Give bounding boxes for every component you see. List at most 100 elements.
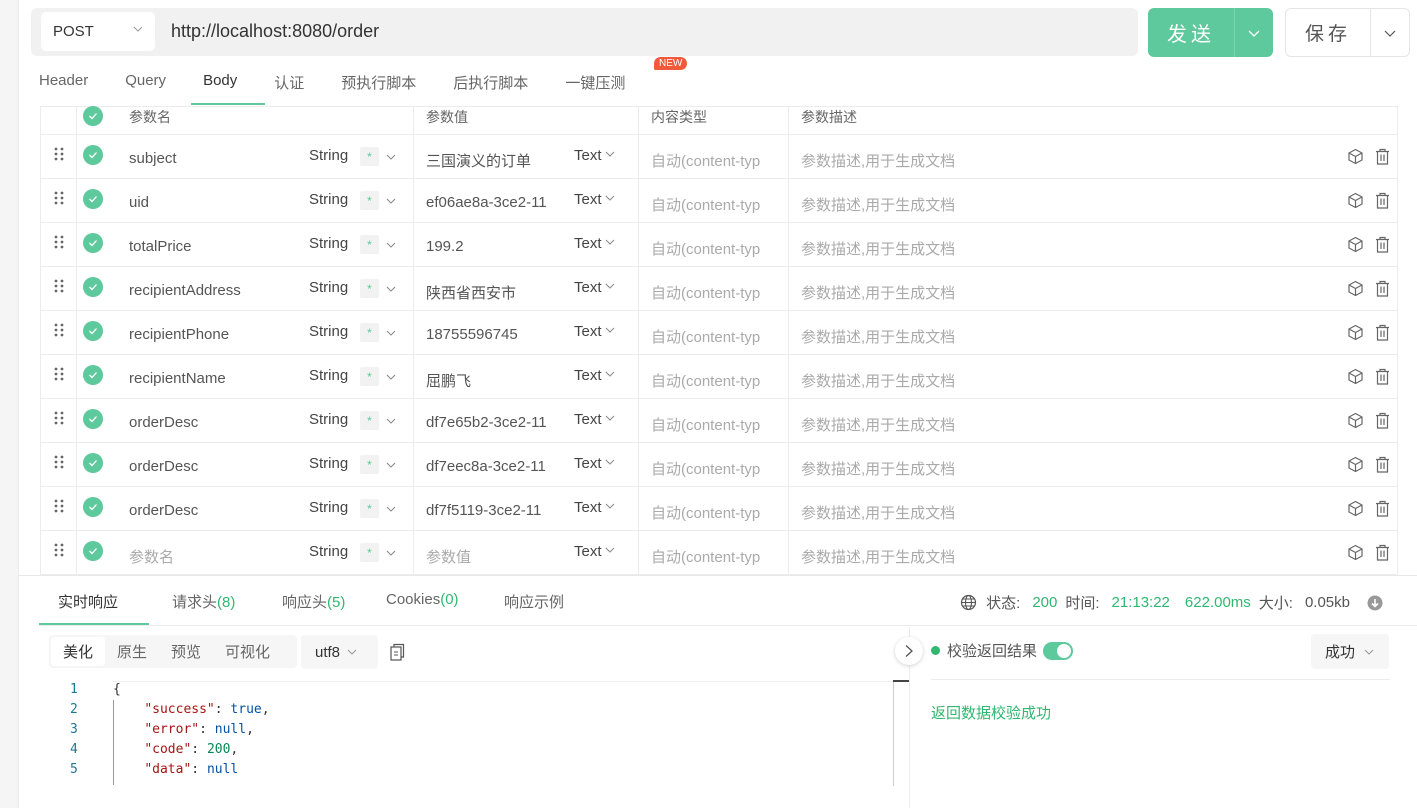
description-input[interactable]: 参数描述,用于生成文档 bbox=[801, 370, 955, 391]
content-type-input[interactable]: 自动(content-typ bbox=[651, 238, 760, 259]
param-type[interactable]: String bbox=[309, 279, 348, 296]
trash-icon[interactable] bbox=[1374, 544, 1391, 561]
required-toggle[interactable]: * bbox=[360, 323, 379, 342]
download-icon[interactable] bbox=[1367, 595, 1383, 611]
value-type-select[interactable]: Text bbox=[574, 323, 616, 340]
row-checkbox[interactable] bbox=[83, 541, 103, 561]
required-toggle[interactable]: * bbox=[360, 411, 379, 430]
collapse-panel-button[interactable] bbox=[895, 637, 923, 665]
chevron-down-icon[interactable] bbox=[385, 238, 397, 254]
param-name-input[interactable]: subject bbox=[129, 150, 177, 167]
cube-icon[interactable] bbox=[1347, 280, 1364, 297]
drag-handle-icon[interactable] bbox=[53, 323, 65, 342]
param-type[interactable]: String bbox=[309, 147, 348, 164]
tab-post-script[interactable]: 后执行脚本 bbox=[453, 60, 528, 106]
required-toggle[interactable]: * bbox=[360, 455, 379, 474]
trash-icon[interactable] bbox=[1374, 236, 1391, 253]
trash-icon[interactable] bbox=[1374, 368, 1391, 385]
trash-icon[interactable] bbox=[1374, 192, 1391, 209]
param-type[interactable]: String bbox=[309, 367, 348, 384]
cube-icon[interactable] bbox=[1347, 236, 1364, 253]
trash-icon[interactable] bbox=[1374, 324, 1391, 341]
value-type-select[interactable]: Text bbox=[574, 411, 616, 428]
url-input[interactable]: http://localhost:8080/order bbox=[171, 21, 379, 42]
trash-icon[interactable] bbox=[1374, 412, 1391, 429]
value-type-select[interactable]: Text bbox=[574, 147, 616, 164]
cube-icon[interactable] bbox=[1347, 148, 1364, 165]
chevron-down-icon[interactable] bbox=[385, 370, 397, 386]
param-type[interactable]: String bbox=[309, 191, 348, 208]
param-value-input[interactable]: 三国演义的订单 bbox=[426, 150, 531, 171]
required-toggle[interactable]: * bbox=[360, 191, 379, 210]
view-visualize-button[interactable]: 可视化 bbox=[213, 637, 282, 666]
chevron-down-icon[interactable] bbox=[385, 546, 397, 562]
param-name-input[interactable]: recipientAddress bbox=[129, 282, 241, 299]
verify-toggle[interactable] bbox=[1043, 641, 1074, 660]
param-value-input[interactable]: 18755596745 bbox=[426, 326, 518, 343]
view-preview-button[interactable]: 预览 bbox=[159, 637, 213, 666]
row-checkbox[interactable] bbox=[83, 409, 103, 429]
param-name-input[interactable]: recipientName bbox=[129, 370, 226, 387]
content-type-input[interactable]: 自动(content-typ bbox=[651, 414, 760, 435]
trash-icon[interactable] bbox=[1374, 148, 1391, 165]
method-select[interactable]: POST bbox=[41, 12, 155, 51]
tab-pre-script[interactable]: 预执行脚本 bbox=[341, 60, 416, 106]
required-toggle[interactable]: * bbox=[360, 279, 379, 298]
tab-response-example[interactable]: 响应示例 bbox=[504, 591, 564, 612]
description-input[interactable]: 参数描述,用于生成文档 bbox=[801, 282, 955, 303]
value-type-select[interactable]: Text bbox=[574, 235, 616, 252]
select-all-checkbox[interactable] bbox=[83, 106, 103, 126]
value-type-select[interactable]: Text bbox=[574, 279, 616, 296]
tab-request-headers[interactable]: 请求头(8) bbox=[172, 591, 235, 612]
tab-body[interactable]: Body bbox=[203, 60, 237, 106]
tab-header[interactable]: Header bbox=[39, 60, 88, 106]
trash-icon[interactable] bbox=[1374, 500, 1391, 517]
tab-auth[interactable]: 认证 bbox=[274, 60, 304, 106]
param-value-input[interactable]: df7eec8a-3ce2-11 bbox=[426, 458, 546, 475]
view-beautify-button[interactable]: 美化 bbox=[51, 637, 106, 666]
param-value-input[interactable]: 参数值 bbox=[426, 546, 471, 567]
chevron-down-icon[interactable] bbox=[385, 282, 397, 298]
value-type-select[interactable]: Text bbox=[574, 499, 616, 516]
content-type-input[interactable]: 自动(content-typ bbox=[651, 370, 760, 391]
value-type-select[interactable]: Text bbox=[574, 367, 616, 384]
code-scrollbar[interactable] bbox=[893, 680, 894, 786]
content-type-input[interactable]: 自动(content-typ bbox=[651, 150, 760, 171]
param-type[interactable]: String bbox=[309, 323, 348, 340]
drag-handle-icon[interactable] bbox=[53, 235, 65, 254]
cube-icon[interactable] bbox=[1347, 544, 1364, 561]
row-checkbox[interactable] bbox=[83, 497, 103, 517]
param-value-input[interactable]: df7f5119-3ce2-11 bbox=[426, 502, 541, 519]
description-input[interactable]: 参数描述,用于生成文档 bbox=[801, 414, 955, 435]
drag-handle-icon[interactable] bbox=[53, 499, 65, 518]
response-code-editor[interactable]: 1 {2 "success": true, 3 "error": null, 4 "c… bbox=[40, 680, 895, 788]
cube-icon[interactable] bbox=[1347, 368, 1364, 385]
param-value-input[interactable]: ef06ae8a-3ce2-11 bbox=[426, 194, 547, 211]
param-name-input[interactable]: uid bbox=[129, 194, 149, 211]
row-checkbox[interactable] bbox=[83, 277, 103, 297]
copy-icon[interactable] bbox=[389, 643, 405, 661]
content-type-input[interactable]: 自动(content-typ bbox=[651, 458, 760, 479]
content-type-input[interactable]: 自动(content-typ bbox=[651, 194, 760, 215]
description-input[interactable]: 参数描述,用于生成文档 bbox=[801, 194, 955, 215]
chevron-down-icon[interactable] bbox=[385, 458, 397, 474]
param-type[interactable]: String bbox=[309, 235, 348, 252]
send-dropdown-button[interactable] bbox=[1234, 8, 1273, 57]
save-button[interactable]: 保存 bbox=[1286, 9, 1370, 56]
param-type[interactable]: String bbox=[309, 455, 348, 472]
param-name-input[interactable]: orderDesc bbox=[129, 458, 198, 475]
description-input[interactable]: 参数描述,用于生成文档 bbox=[801, 326, 955, 347]
param-type[interactable]: String bbox=[309, 411, 348, 428]
description-input[interactable]: 参数描述,用于生成文档 bbox=[801, 238, 955, 259]
required-toggle[interactable]: * bbox=[360, 367, 379, 386]
encoding-select[interactable]: utf8 bbox=[301, 635, 378, 669]
description-input[interactable]: 参数描述,用于生成文档 bbox=[801, 502, 955, 523]
row-checkbox[interactable] bbox=[83, 321, 103, 341]
tab-cookies[interactable]: Cookies(0) bbox=[386, 591, 459, 608]
required-toggle[interactable]: * bbox=[360, 543, 379, 562]
required-toggle[interactable]: * bbox=[360, 147, 379, 166]
cube-icon[interactable] bbox=[1347, 412, 1364, 429]
param-value-input[interactable]: df7e65b2-3ce2-11 bbox=[426, 414, 547, 431]
drag-handle-icon[interactable] bbox=[53, 279, 65, 298]
content-type-input[interactable]: 自动(content-typ bbox=[651, 282, 760, 303]
